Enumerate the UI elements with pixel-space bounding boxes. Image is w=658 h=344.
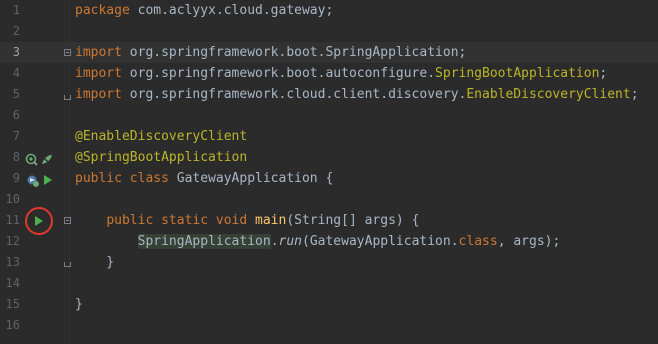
- code-token: public class: [75, 171, 169, 186]
- code-token: package: [75, 3, 130, 18]
- code-line[interactable]: 10: [0, 189, 658, 210]
- code-text[interactable]: public static void main(String[] args) {: [75, 210, 419, 231]
- code-text[interactable]: import org.springframework.boot.autoconf…: [75, 63, 607, 84]
- code-line[interactable]: 4 import org.springframework.boot.autocon…: [0, 63, 658, 84]
- code-token: @SpringBootApplication: [75, 150, 248, 165]
- code-text[interactable]: }: [75, 252, 114, 273]
- code-text[interactable]: public class GatewayApplication {: [75, 168, 333, 189]
- code-line[interactable]: 15}: [0, 294, 658, 315]
- code-token: SpringApplication: [137, 234, 271, 249]
- fold-main-method-end-icon[interactable]: [64, 262, 71, 267]
- code-token: run: [278, 234, 302, 249]
- code-token: org.springframework.cloud.client.discove…: [121, 87, 467, 102]
- annotation-highlight-circle: [25, 207, 53, 235]
- code-line[interactable]: 9 public class GatewayApplication {: [0, 168, 658, 189]
- spring-bean-icon[interactable]: [25, 152, 39, 166]
- code-token: import: [75, 45, 122, 60]
- code-token: , args);: [497, 234, 561, 249]
- code-line[interactable]: 12 SpringApplication.run(GatewayApplicat…: [0, 231, 658, 252]
- code-token: GatewayApplication {: [168, 171, 334, 186]
- fold-main-method-icon[interactable]: [64, 217, 71, 224]
- line-number: 10: [5, 192, 20, 206]
- line-number: 8: [12, 150, 20, 164]
- code-token: SpringBootApplication: [435, 66, 600, 81]
- code-line[interactable]: 11 public static void main(String[] args…: [0, 210, 658, 231]
- code-token: class: [458, 234, 498, 249]
- code-token: }: [75, 255, 115, 270]
- line-number: 15: [5, 297, 20, 311]
- code-line[interactable]: 13 }: [0, 252, 658, 273]
- line-number: 16: [5, 318, 20, 332]
- line-number: 6: [12, 108, 20, 122]
- code-token: }: [75, 297, 83, 312]
- line-number: 12: [5, 234, 20, 248]
- line-number: 7: [12, 129, 20, 143]
- code-token: .: [270, 234, 279, 249]
- code-text[interactable]: import org.springframework.boot.SpringAp…: [75, 42, 466, 63]
- code-text[interactable]: }: [75, 294, 83, 315]
- code-line[interactable]: 14: [0, 273, 658, 294]
- code-token: import: [75, 87, 122, 102]
- line-number: 5: [12, 87, 20, 101]
- code-editor[interactable]: 1 package com.aclyyx.cloud.gateway; 2 3 impo…: [0, 0, 658, 344]
- code-token: @EnableDiscoveryClient: [75, 129, 248, 144]
- code-line[interactable]: 6: [0, 105, 658, 126]
- line-number: 1: [12, 3, 20, 17]
- code-line[interactable]: 2: [0, 21, 658, 42]
- line-number: 14: [5, 276, 20, 290]
- run-class-icon[interactable]: [42, 173, 56, 187]
- fold-imports-icon[interactable]: [64, 49, 71, 56]
- code-token: ;: [630, 87, 639, 102]
- line-number: 4: [12, 66, 20, 80]
- code-token: EnableDiscoveryClient: [466, 87, 631, 102]
- code-text[interactable]: @SpringBootApplication: [75, 147, 247, 168]
- line-number: 13: [5, 255, 20, 269]
- code-token: (String[] args) {: [286, 213, 420, 228]
- code-token: import: [75, 66, 122, 81]
- line-number: 3: [12, 45, 20, 59]
- code-text[interactable]: package com.aclyyx.cloud.gateway;: [75, 0, 333, 21]
- code-token: (GatewayApplication.: [302, 234, 459, 249]
- code-line[interactable]: 8 @SpringBootApplication: [0, 147, 658, 168]
- code-token: org.springframework.boot.autoconfigure.: [121, 66, 436, 81]
- code-line[interactable]: 16: [0, 315, 658, 336]
- code-text[interactable]: import org.springframework.cloud.client.…: [75, 84, 639, 105]
- fold-imports-end-icon[interactable]: [64, 95, 71, 100]
- spring-run-config-icon[interactable]: [26, 173, 40, 187]
- spring-beans-icon[interactable]: [40, 152, 54, 166]
- code-token: org.springframework.boot.SpringApplicati…: [121, 45, 467, 60]
- line-number: 9: [12, 171, 20, 185]
- code-line[interactable]: 1 package com.aclyyx.cloud.gateway;: [0, 0, 658, 21]
- code-line[interactable]: 5 import org.springframework.cloud.client…: [0, 84, 658, 105]
- code-token: main: [255, 213, 287, 228]
- code-token: ;: [599, 66, 608, 81]
- code-line[interactable]: 3 import org.springframework.boot.SpringA…: [0, 42, 658, 63]
- code-text[interactable]: @EnableDiscoveryClient: [75, 126, 247, 147]
- code-text[interactable]: SpringApplication.run(GatewayApplication…: [75, 231, 560, 252]
- code-token: com.aclyyx.cloud.gateway;: [129, 3, 334, 18]
- code-token: public static void: [106, 213, 248, 228]
- line-number: 11: [5, 213, 20, 227]
- code-line[interactable]: 7 @EnableDiscoveryClient: [0, 126, 658, 147]
- line-number: 2: [12, 24, 20, 38]
